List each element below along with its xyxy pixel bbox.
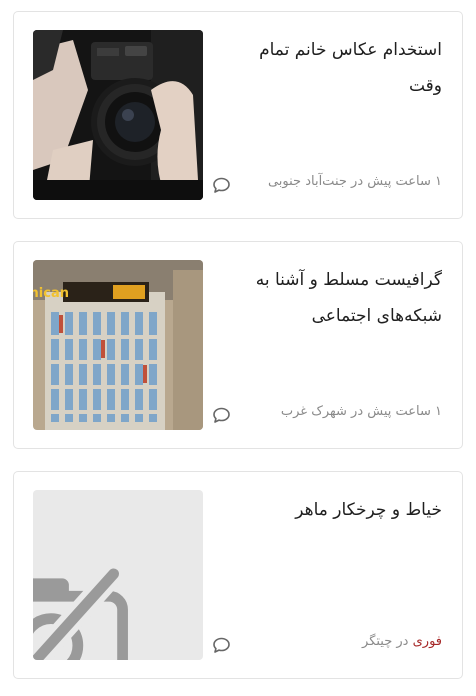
listing-card[interactable]: گرافیست مسلط و آشنا به شبکه‌های اجتماعی …	[13, 241, 463, 449]
listing-photo-camera[interactable]	[33, 30, 203, 200]
listing-meta: فوری در چیتگر	[362, 634, 442, 649]
chat-bubble-icon[interactable]	[212, 177, 231, 194]
listing-meta: ۱ ساعت پیش در شهرک غرب	[281, 404, 442, 419]
listing-card[interactable]: خیاط و چرخکار ماهر فوری در چیتگر	[13, 471, 463, 679]
chat-bubble-icon[interactable]	[212, 407, 231, 424]
listing-title[interactable]: استخدام عکاس خانم تمام وقت	[227, 32, 442, 104]
urgent-badge: فوری	[412, 634, 442, 649]
listing-meta: ۱ ساعت پیش در جنت‌آباد جنوبی	[268, 174, 442, 189]
listing-time: ۱ ساعت پیش	[367, 174, 442, 189]
listing-location: در چیتگر	[362, 634, 409, 649]
listing-photo-building[interactable]: unican	[33, 260, 203, 430]
listing-title[interactable]: خیاط و چرخکار ماهر	[227, 492, 442, 528]
listing-feed: استخدام عکاس خانم تمام وقت ۱ ساعت پیش در…	[0, 0, 476, 696]
listing-location: در جنت‌آباد جنوبی	[267, 174, 364, 189]
listing-location: در شهرک غرب	[280, 404, 364, 419]
building-sign-text: unican	[33, 286, 69, 301]
listing-card[interactable]: استخدام عکاس خانم تمام وقت ۱ ساعت پیش در…	[13, 11, 463, 219]
listing-title[interactable]: گرافیست مسلط و آشنا به شبکه‌های اجتماعی	[227, 262, 442, 334]
listing-time: ۱ ساعت پیش	[367, 404, 442, 419]
no-image-icon	[33, 556, 136, 660]
chat-bubble-icon[interactable]	[212, 637, 231, 654]
listing-photo-placeholder[interactable]	[33, 490, 203, 660]
